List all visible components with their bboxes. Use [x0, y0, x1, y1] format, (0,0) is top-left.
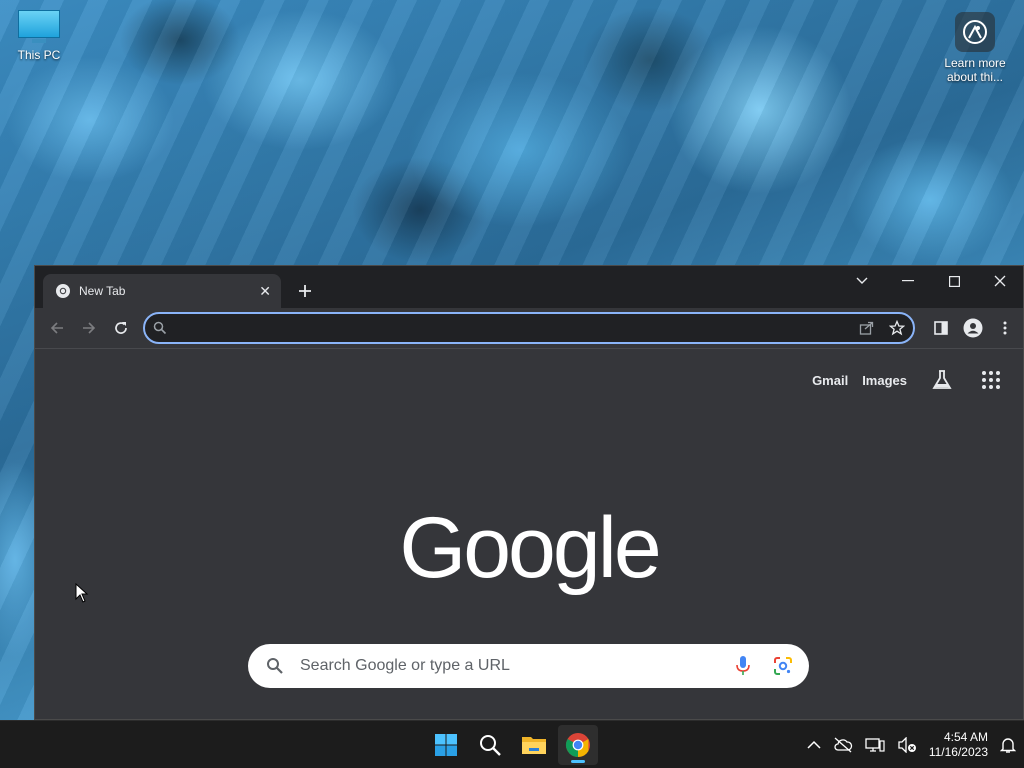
forward-button[interactable]	[73, 312, 105, 344]
taskbar-apps	[426, 725, 598, 765]
google-logo: Google	[399, 500, 661, 596]
address-bar[interactable]	[143, 312, 915, 344]
side-panel-icon	[934, 321, 948, 335]
reload-icon	[115, 322, 127, 334]
arrow-left-icon	[50, 322, 63, 334]
camera-lens-icon	[955, 12, 995, 52]
chrome-menu-button[interactable]	[993, 312, 1017, 344]
address-input[interactable]	[175, 320, 859, 336]
minimize-button[interactable]	[885, 266, 931, 296]
title-bar: New Tab ✕	[35, 266, 1023, 308]
back-button[interactable]	[41, 312, 73, 344]
flask-icon[interactable]	[931, 369, 953, 391]
desktop-icon-label: This PC	[17, 48, 61, 62]
maximize-button[interactable]	[931, 266, 977, 296]
share-icon[interactable]	[859, 320, 875, 336]
system-tray: 4:54 AM 11/16/2023	[807, 721, 1016, 768]
chevron-down-icon	[856, 277, 868, 284]
bell-icon[interactable]	[1000, 736, 1016, 754]
chrome-icon	[56, 284, 70, 298]
arrow-right-icon	[83, 322, 96, 334]
chrome-taskbar-button[interactable]	[558, 725, 598, 765]
clock-time: 4:54 AM	[943, 730, 988, 744]
new-tab-page: Gmail Images Google Search Google or typ…	[35, 349, 1023, 719]
taskbar-search-button[interactable]	[470, 725, 510, 765]
search-icon	[480, 735, 501, 756]
mouse-cursor-icon	[75, 583, 89, 603]
close-icon	[994, 275, 1006, 287]
chrome-icon	[565, 733, 590, 757]
chevron-up-icon[interactable]	[807, 740, 821, 750]
search-icon	[267, 658, 283, 674]
profile-button[interactable]	[961, 312, 985, 344]
window-controls	[839, 266, 1023, 296]
close-window-button[interactable]	[977, 266, 1023, 296]
file-explorer-button[interactable]	[514, 725, 554, 765]
volume-muted-icon[interactable]	[897, 737, 917, 753]
reload-button[interactable]	[105, 312, 137, 344]
tab-title: New Tab	[79, 284, 126, 298]
windows-icon	[435, 734, 457, 756]
apps-grid-icon[interactable]	[981, 370, 1001, 390]
close-icon[interactable]: ✕	[259, 283, 271, 300]
computer-icon	[18, 10, 60, 44]
google-lens-icon[interactable]	[773, 656, 793, 676]
side-panel-button[interactable]	[929, 312, 953, 344]
desktop-icon-this-pc[interactable]: This PC	[1, 10, 77, 62]
new-tab-button[interactable]	[293, 280, 317, 304]
kebab-menu-icon	[1003, 321, 1007, 335]
images-link[interactable]: Images	[862, 373, 907, 388]
start-button[interactable]	[426, 725, 466, 765]
ntp-header-links: Gmail Images	[812, 369, 1001, 391]
tab-new-tab[interactable]: New Tab ✕	[43, 274, 281, 308]
taskbar: 4:54 AM 11/16/2023	[0, 720, 1024, 768]
search-icon	[153, 321, 167, 335]
plus-icon	[299, 285, 311, 297]
cloud-offline-icon[interactable]	[833, 737, 853, 753]
desktop-icon-learn-more[interactable]: Learn more about thi...	[937, 12, 1013, 84]
search-placeholder: Search Google or type a URL	[300, 657, 510, 674]
clock[interactable]: 4:54 AM 11/16/2023	[929, 730, 988, 760]
ntp-search-box[interactable]: Search Google or type a URL	[248, 644, 809, 688]
star-icon[interactable]	[889, 320, 905, 336]
network-icon[interactable]	[865, 737, 885, 753]
minimize-icon	[902, 280, 914, 282]
tab-search-button[interactable]	[839, 266, 885, 296]
microphone-icon[interactable]	[735, 655, 751, 677]
chrome-window: New Tab ✕ Gmail Images Google Search Goo…	[34, 265, 1024, 720]
folder-icon	[522, 737, 546, 754]
person-icon	[963, 318, 983, 338]
toolbar	[35, 308, 1023, 348]
desktop-icon-label: Learn more about thi...	[944, 56, 1006, 84]
maximize-icon	[948, 275, 960, 287]
clock-date: 11/16/2023	[928, 745, 988, 759]
gmail-link[interactable]: Gmail	[812, 373, 848, 388]
